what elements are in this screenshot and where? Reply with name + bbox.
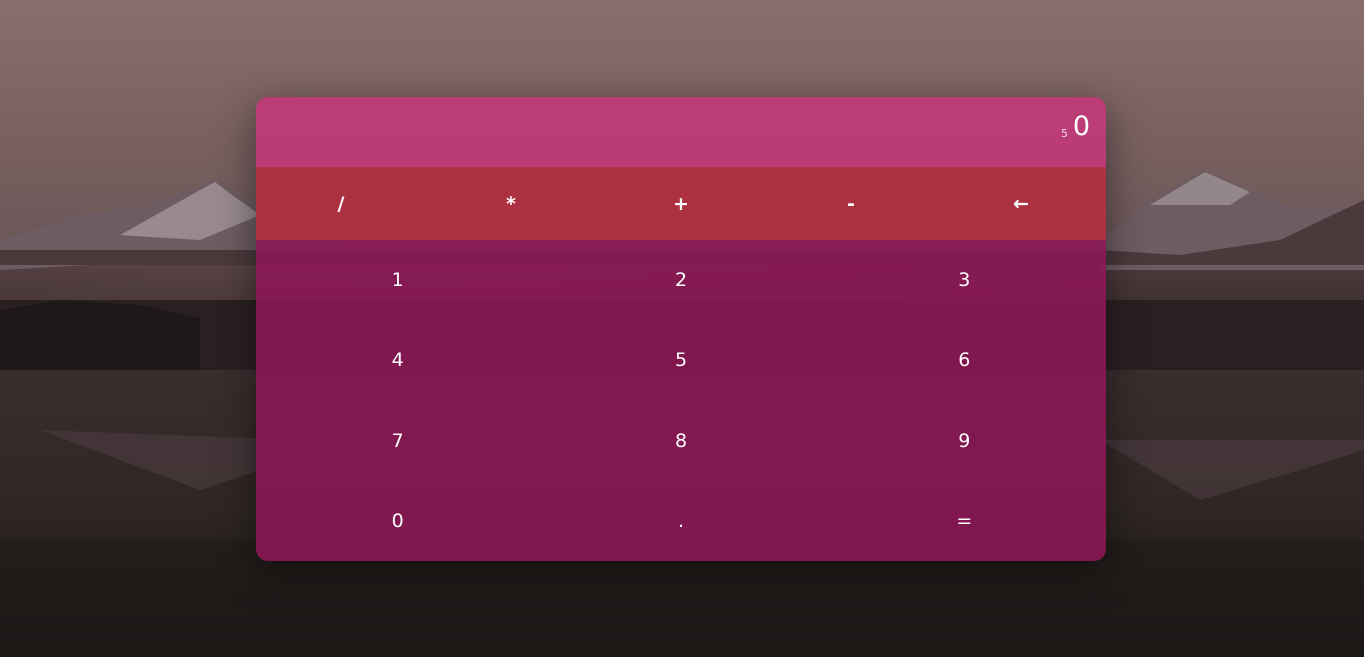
decimal-button[interactable]: . <box>539 481 822 561</box>
key-7[interactable]: 7 <box>256 401 539 481</box>
calculator-display: 5 0 <box>256 97 1106 167</box>
key-1[interactable]: 1 <box>256 240 539 320</box>
equals-button[interactable]: = <box>823 481 1106 561</box>
subtract-button[interactable]: - <box>766 167 936 240</box>
divide-button[interactable]: / <box>256 167 426 240</box>
key-0[interactable]: 0 <box>256 481 539 561</box>
add-button[interactable]: + <box>596 167 766 240</box>
keypad: 1 2 3 4 5 6 7 8 9 0 . = <box>256 240 1106 561</box>
current-operand: 0 <box>1072 111 1090 142</box>
key-6[interactable]: 6 <box>823 320 1106 400</box>
key-2[interactable]: 2 <box>539 240 822 320</box>
multiply-button[interactable]: * <box>426 167 596 240</box>
key-9[interactable]: 9 <box>823 401 1106 481</box>
key-3[interactable]: 3 <box>823 240 1106 320</box>
key-5[interactable]: 5 <box>539 320 822 400</box>
key-4[interactable]: 4 <box>256 320 539 400</box>
key-8[interactable]: 8 <box>539 401 822 481</box>
previous-operand: 5 <box>1061 127 1068 140</box>
calculator: 5 0 / * + - ← 1 2 3 4 5 6 7 8 9 0 . = <box>256 97 1106 561</box>
backspace-button[interactable]: ← <box>936 167 1106 240</box>
operator-row: / * + - ← <box>256 167 1106 240</box>
